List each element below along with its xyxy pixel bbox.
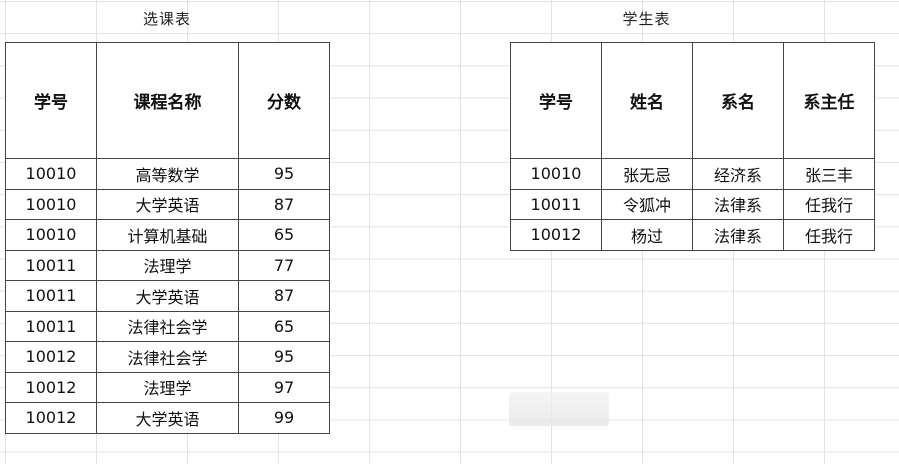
table-cell[interactable]: 法律系 xyxy=(692,188,784,220)
course-table: 学号 课程名称 分数 10010 高等数学 95 10010 大学英语 87 1… xyxy=(5,42,330,434)
table-row: 10012 法律社会学 95 xyxy=(5,341,330,373)
table-cell[interactable]: 95 xyxy=(238,158,330,190)
table-cell[interactable]: 97 xyxy=(238,371,330,403)
table-cell[interactable]: 65 xyxy=(238,310,330,342)
table-cell[interactable]: 10011 xyxy=(510,188,602,220)
table-cell[interactable]: 10010 xyxy=(5,219,97,251)
header-cell[interactable]: 课程名称 xyxy=(96,42,239,159)
table-cell[interactable]: 张三丰 xyxy=(783,158,875,190)
table-cell[interactable]: 10010 xyxy=(5,188,97,220)
table-cell[interactable]: 任我行 xyxy=(783,219,875,251)
table-cell[interactable]: 10012 xyxy=(510,219,602,251)
table-cell[interactable]: 计算机基础 xyxy=(96,219,239,251)
table-cell[interactable]: 张无忌 xyxy=(601,158,693,190)
table-cell[interactable]: 高等数学 xyxy=(96,158,239,190)
table-cell[interactable]: 10010 xyxy=(510,158,602,190)
table-row: 10010 张无忌 经济系 张三丰 xyxy=(510,158,875,190)
table-cell[interactable]: 10011 xyxy=(5,310,97,342)
header-cell[interactable]: 系名 xyxy=(692,42,784,159)
header-cell[interactable]: 学号 xyxy=(5,42,97,159)
header-cell[interactable]: 学号 xyxy=(510,42,602,159)
table-row: 10011 法理学 77 xyxy=(5,249,330,281)
table-cell[interactable]: 99 xyxy=(238,402,330,434)
course-table-header-row: 学号 课程名称 分数 xyxy=(5,42,330,159)
table-row: 10012 大学英语 99 xyxy=(5,402,330,434)
table-row: 10010 计算机基础 65 xyxy=(5,219,330,251)
table-row: 10012 杨过 法律系 任我行 xyxy=(510,219,875,251)
table-cell[interactable]: 大学英语 xyxy=(96,280,239,312)
header-cell[interactable]: 姓名 xyxy=(601,42,693,159)
table-row: 10012 法理学 97 xyxy=(5,371,330,403)
table-row: 10010 高等数学 95 xyxy=(5,158,330,190)
course-table-title: 选课表 xyxy=(142,10,191,28)
table-cell[interactable]: 87 xyxy=(238,188,330,220)
table-row: 10011 大学英语 87 xyxy=(5,280,330,312)
table-cell[interactable]: 经济系 xyxy=(692,158,784,190)
student-table-header-row: 学号 姓名 系名 系主任 xyxy=(510,42,875,159)
table-cell[interactable]: 10011 xyxy=(5,249,97,281)
student-table: 学号 姓名 系名 系主任 10010 张无忌 经济系 张三丰 10011 令狐冲… xyxy=(510,42,875,251)
table-row: 10011 法律社会学 65 xyxy=(5,310,330,342)
table-cell[interactable]: 10012 xyxy=(5,402,97,434)
table-cell[interactable]: 大学英语 xyxy=(96,402,239,434)
table-cell[interactable]: 10012 xyxy=(5,371,97,403)
table-cell[interactable]: 10011 xyxy=(5,280,97,312)
table-cell[interactable]: 95 xyxy=(238,341,330,373)
table-row: 10010 大学英语 87 xyxy=(5,188,330,220)
table-cell[interactable]: 法理学 xyxy=(96,249,239,281)
table-cell[interactable]: 法律社会学 xyxy=(96,310,239,342)
table-cell[interactable]: 令狐冲 xyxy=(601,188,693,220)
blurred-overlay xyxy=(509,392,609,426)
table-cell[interactable]: 法律社会学 xyxy=(96,341,239,373)
table-cell[interactable]: 77 xyxy=(238,249,330,281)
table-row: 10011 令狐冲 法律系 任我行 xyxy=(510,188,875,220)
table-cell[interactable]: 杨过 xyxy=(601,219,693,251)
table-cell[interactable]: 87 xyxy=(238,280,330,312)
table-cell[interactable]: 法律系 xyxy=(692,219,784,251)
table-cell[interactable]: 65 xyxy=(238,219,330,251)
table-cell[interactable]: 任我行 xyxy=(783,188,875,220)
student-table-title: 学生表 xyxy=(622,10,671,28)
table-cell[interactable]: 法理学 xyxy=(96,371,239,403)
header-cell[interactable]: 系主任 xyxy=(783,42,875,159)
header-cell[interactable]: 分数 xyxy=(238,42,330,159)
table-cell[interactable]: 10012 xyxy=(5,341,97,373)
table-cell[interactable]: 大学英语 xyxy=(96,188,239,220)
table-cell[interactable]: 10010 xyxy=(5,158,97,190)
